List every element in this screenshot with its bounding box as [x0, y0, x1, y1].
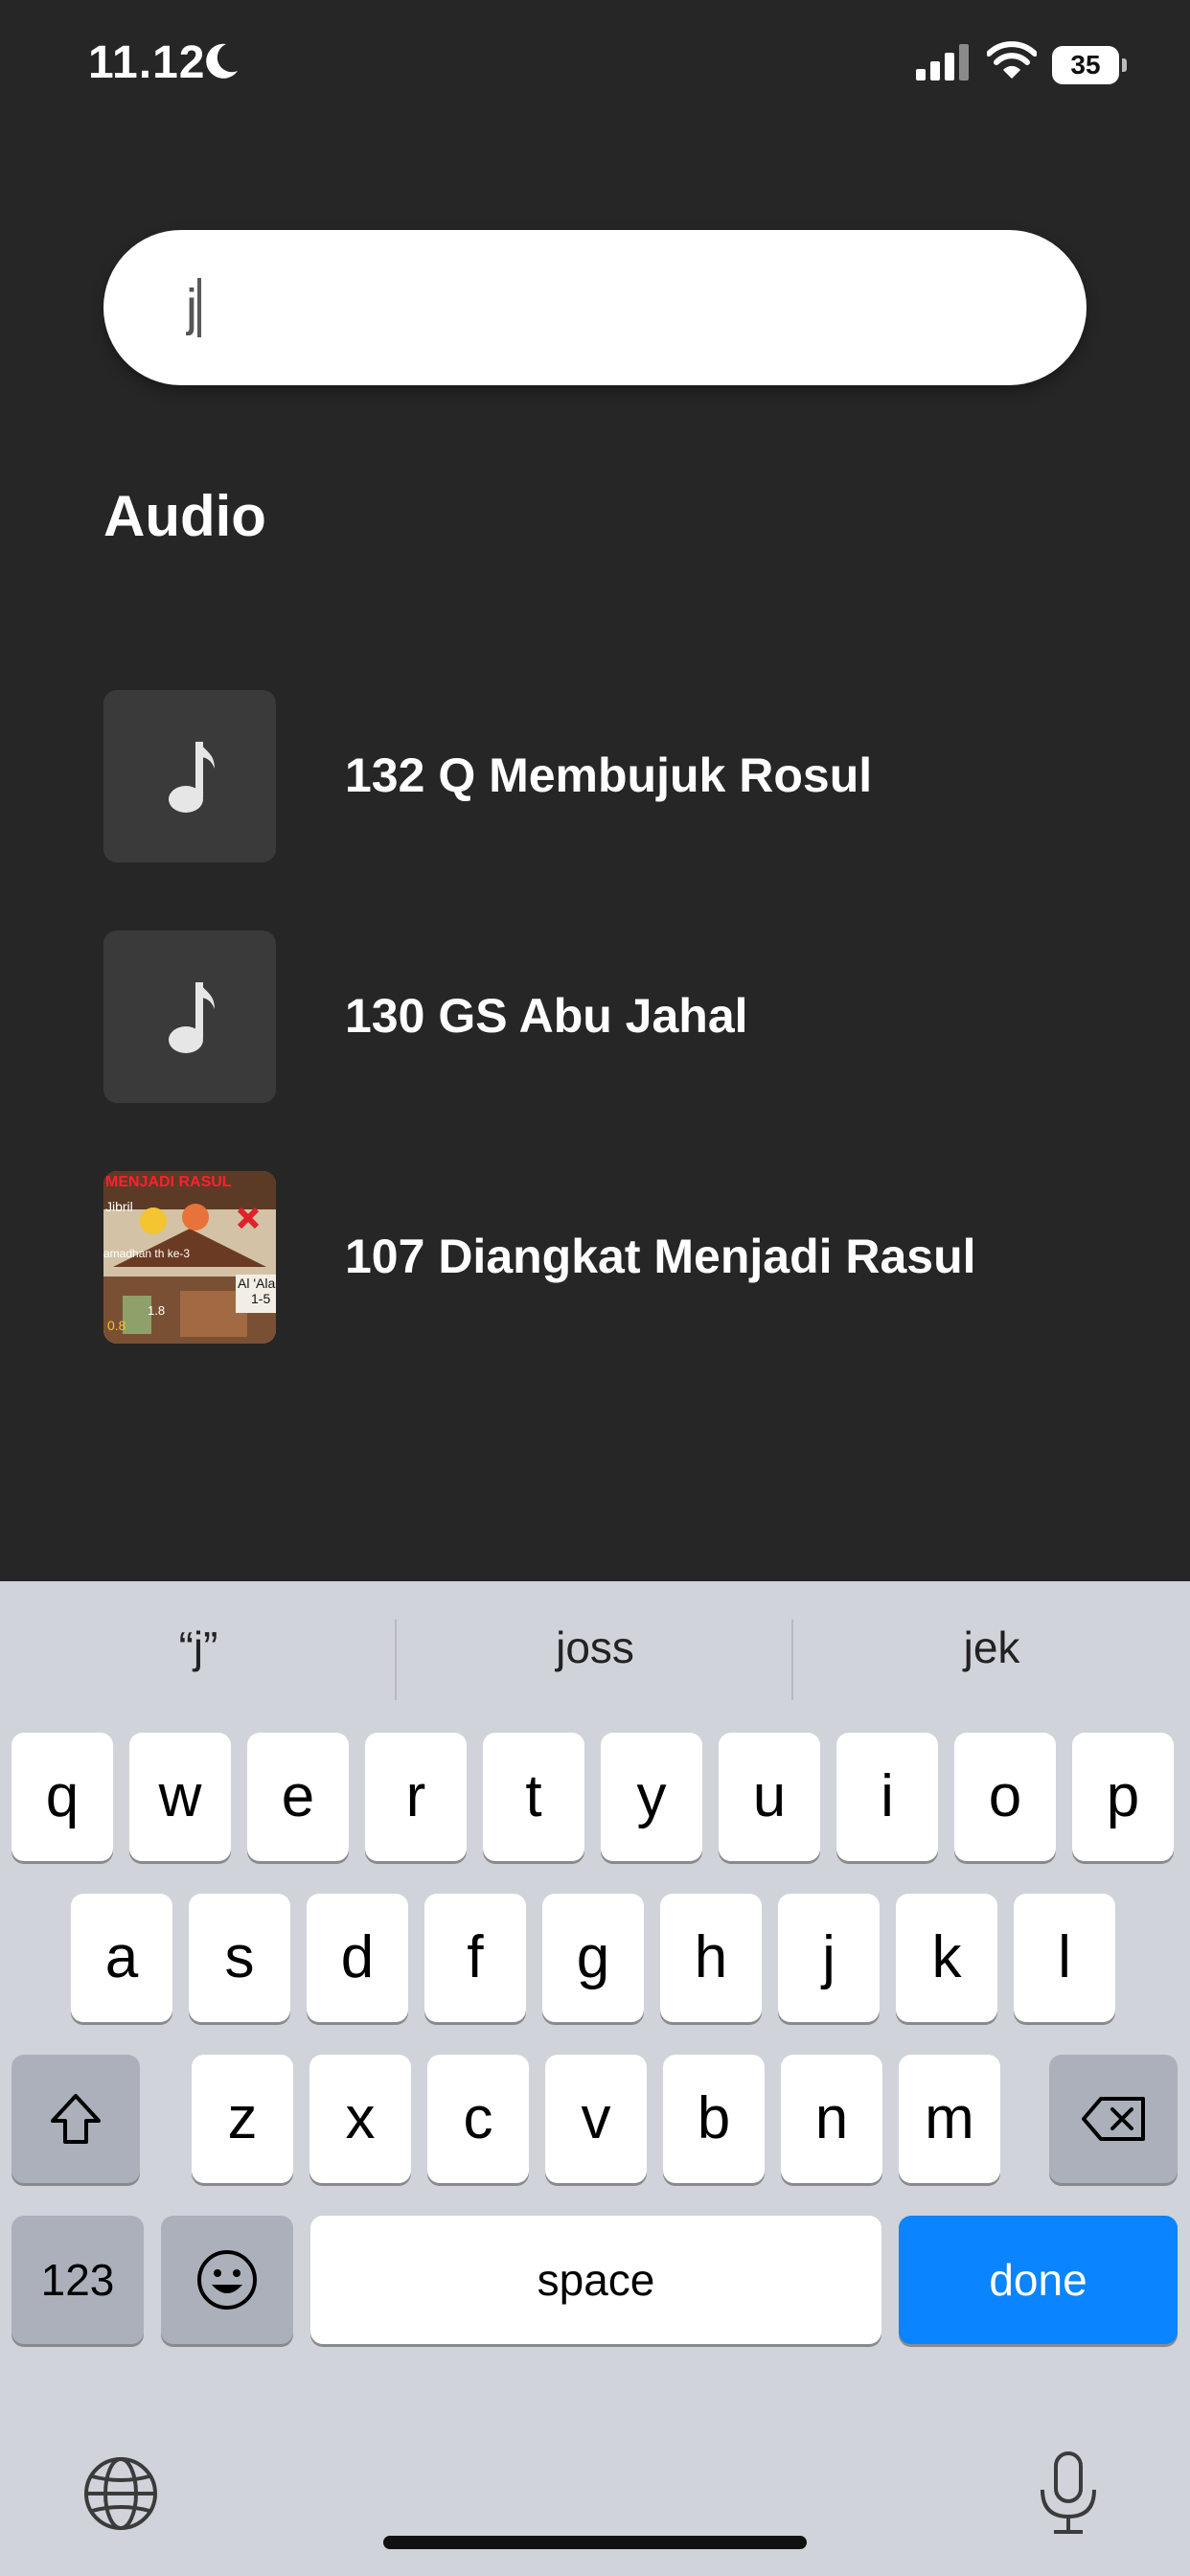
status-time: 11.12 — [88, 37, 206, 88]
thumbnail-text-f: 0.8 — [107, 1318, 126, 1333]
key-i[interactable]: i — [836, 1733, 938, 1861]
key-n[interactable]: n — [781, 2055, 882, 2183]
video-thumbnail: MENJADI RASUL Jibril amadhan th ke-3 Al … — [103, 1171, 276, 1344]
key-x[interactable]: x — [309, 2055, 411, 2183]
keyboard: “j” joss jek q w e r t y u i o p a s d f… — [0, 1581, 1190, 2576]
list-item-title: 107 Diangkat Menjadi Rasul — [345, 1230, 976, 1283]
space-key[interactable]: space — [310, 2216, 881, 2344]
done-key[interactable]: done — [899, 2216, 1178, 2344]
list-item[interactable]: 130 GS Abu Jahal — [103, 931, 1090, 1103]
list-item-title: 130 GS Abu Jahal — [345, 989, 748, 1043]
key-z[interactable]: z — [192, 2055, 293, 2183]
key-v[interactable]: v — [545, 2055, 647, 2183]
battery-indicator: 35 — [1052, 46, 1127, 84]
key-a[interactable]: a — [71, 1894, 172, 2022]
key-y[interactable]: y — [601, 1733, 702, 1861]
key-p[interactable]: p — [1072, 1733, 1174, 1861]
key-f[interactable]: f — [424, 1894, 526, 2022]
battery-tip — [1122, 58, 1127, 72]
thumbnail-text-e: 1.8 — [148, 1303, 165, 1318]
wifi-icon — [987, 41, 1037, 79]
audio-thumbnail — [103, 931, 276, 1103]
key-h[interactable]: h — [660, 1894, 762, 2022]
key-k[interactable]: k — [896, 1894, 997, 2022]
emoji-key[interactable] — [161, 2216, 293, 2344]
key-c[interactable]: c — [427, 2055, 529, 2183]
key-j[interactable]: j — [778, 1894, 880, 2022]
thumbnail-text-a: Jibril — [105, 1199, 133, 1214]
suggestion-bar: “j” joss jek — [0, 1581, 1190, 1729]
thumbnail-text-b: amadhan th ke-3 — [103, 1247, 190, 1260]
music-note-icon — [169, 742, 215, 813]
key-b[interactable]: b — [663, 2055, 765, 2183]
suggestion-2[interactable]: joss — [397, 1622, 793, 1673]
key-l[interactable]: l — [1014, 1894, 1115, 2022]
shift-icon — [51, 2094, 101, 2144]
key-q[interactable]: q — [11, 1733, 113, 1861]
suggestion-1[interactable]: “j” — [0, 1622, 397, 1673]
key-u[interactable]: u — [719, 1733, 820, 1861]
suggestion-3[interactable]: jek — [793, 1622, 1190, 1673]
backspace-icon — [1082, 2097, 1145, 2141]
search-bar[interactable] — [103, 230, 1087, 385]
key-d[interactable]: d — [307, 1894, 408, 2022]
key-e[interactable]: e — [247, 1733, 349, 1861]
cellular-signal-icon — [916, 44, 969, 80]
music-note-icon — [169, 982, 215, 1053]
key-m[interactable]: m — [899, 2055, 1000, 2183]
home-indicator — [383, 2536, 807, 2549]
key-g[interactable]: g — [542, 1894, 644, 2022]
audio-thumbnail — [103, 690, 276, 862]
key-t[interactable]: t — [483, 1733, 584, 1861]
key-s[interactable]: s — [189, 1894, 290, 2022]
key-w[interactable]: w — [129, 1733, 231, 1861]
globe-icon[interactable] — [82, 2455, 159, 2532]
shift-key[interactable] — [11, 2055, 140, 2183]
list-item-title: 132 Q Membujuk Rosul — [345, 748, 873, 802]
thumbnail-text-c: Al 'Ala — [238, 1276, 275, 1291]
key-o[interactable]: o — [954, 1733, 1056, 1861]
text-caret — [197, 278, 201, 337]
microphone-icon[interactable] — [1035, 2450, 1102, 2536]
key-r[interactable]: r — [365, 1733, 467, 1861]
emoji-icon — [197, 2250, 257, 2310]
moon-icon — [206, 43, 238, 79]
battery-level: 35 — [1052, 46, 1119, 84]
thumbnail-text-d: 1-5 — [251, 1291, 270, 1306]
thumbnail-art: MENJADI RASUL Jibril amadhan th ke-3 Al … — [103, 1171, 276, 1344]
list-item[interactable]: 132 Q Membujuk Rosul — [103, 690, 1090, 862]
list-item[interactable]: MENJADI RASUL Jibril amadhan th ke-3 Al … — [103, 1171, 1090, 1344]
backspace-key[interactable] — [1049, 2055, 1178, 2183]
thumbnail-header: MENJADI RASUL — [105, 1174, 232, 1190]
numbers-key[interactable]: 123 — [11, 2216, 144, 2344]
search-input[interactable] — [186, 264, 1010, 351]
section-title: Audio — [103, 484, 266, 548]
status-bar: 11.12 35 — [0, 0, 1190, 134]
